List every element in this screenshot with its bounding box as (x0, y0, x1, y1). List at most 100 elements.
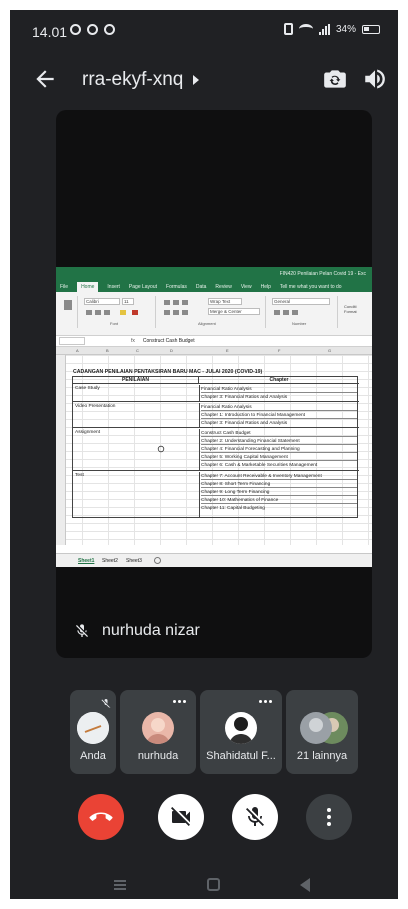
excel-tab: Insert (107, 283, 120, 290)
participant-tile[interactable]: nurhuda (120, 690, 196, 774)
sheet-tab-active: Sheet1 (78, 558, 95, 564)
participant-tile[interactable]: Shahidatul F... (200, 690, 282, 774)
table-row: Assignment Construct Cash Budget Chapter… (73, 429, 359, 471)
align-left-icon (164, 310, 170, 315)
excel-tab-active: Home (77, 281, 99, 292)
participant-tile-others[interactable]: 21 lainnya (286, 690, 358, 774)
recent-apps-icon[interactable] (114, 880, 126, 890)
wifi-icon (298, 24, 313, 34)
battery-icon (362, 24, 380, 34)
align-bottom-icon (182, 300, 188, 305)
participant-name: Anda (80, 750, 106, 762)
vibrate-icon (283, 23, 293, 35)
merge-center-button: Merge & Center (208, 308, 260, 315)
mic-off-icon (76, 624, 88, 637)
back-arrow-icon[interactable] (32, 66, 58, 92)
font-size-box: 11 (122, 298, 134, 305)
speaker-icon[interactable] (362, 66, 388, 92)
align-top-icon (164, 300, 170, 305)
chevron-right-icon (193, 75, 200, 85)
excel-tab: Formulas (166, 283, 187, 290)
align-right-icon (182, 310, 188, 315)
comma-icon (292, 310, 298, 315)
table-caption: CADANGAN PENILAIAN PENTAKSIRAN BARU MAC … (73, 369, 263, 375)
sync-icon (70, 24, 81, 35)
phone-screen: 14.01 34% rra-ekyf-xnq FIN420 Penilaian … (10, 10, 398, 899)
notification-icons (70, 24, 115, 35)
fill-color-icon (120, 310, 126, 315)
more-options-button[interactable] (306, 794, 352, 840)
more-vert-icon (327, 808, 331, 826)
more-dots-icon[interactable] (173, 700, 186, 703)
avatar (142, 712, 174, 744)
excel-tab: Help (260, 283, 271, 290)
avatar (300, 712, 332, 744)
font-name-box: Calibri (84, 298, 120, 305)
underline-icon (104, 310, 110, 315)
table-row: Video Presentation Financial Ratio Analy… (73, 403, 359, 428)
app-bar: rra-ekyf-xnq (10, 54, 398, 106)
excel-tell-me: Tell me what you want to do (279, 283, 342, 290)
italic-icon (95, 310, 101, 315)
participant-photo (142, 712, 174, 744)
switch-camera-icon[interactable] (322, 66, 348, 92)
participant-name: nurhuda (137, 750, 179, 762)
excel-tab: Page Layout (128, 283, 158, 290)
shared-screen-excel: FIN420 Penilaian Pelan Covid 19 - Exc Fi… (56, 267, 372, 567)
percent-icon (283, 310, 289, 315)
excel-ribbon: Calibri 11 Font Wrap Text Merge & Center… (56, 292, 372, 336)
camera-off-icon (171, 807, 190, 826)
excel-column-headers: A B C D E F G (56, 347, 372, 355)
more-dots-icon[interactable] (259, 700, 272, 703)
table-row: Case Study Financial Ratio Analysis Chap… (73, 385, 359, 402)
header-penilaian: PENILAIAN (73, 377, 199, 384)
alignment-group: Wrap Text Merge & Center Alignment (158, 296, 266, 328)
mic-off-icon (246, 807, 264, 826)
excel-tab: Data (195, 283, 207, 290)
home-icon[interactable] (207, 878, 220, 891)
notification-circle-icon (104, 24, 115, 35)
meeting-code-button[interactable]: rra-ekyf-xnq (82, 69, 200, 91)
align-middle-icon (173, 300, 179, 305)
status-bar: 14.01 34% (10, 10, 398, 50)
avatar (225, 712, 257, 744)
participant-name: 21 lainnya (296, 750, 348, 762)
header-chapter: Chapter (269, 377, 289, 383)
currency-icon (274, 310, 280, 315)
paste-icon (64, 300, 72, 310)
end-call-button[interactable] (78, 794, 124, 840)
system-icons: 34% (283, 23, 380, 35)
table-header-row: PENILAIAN Chapter (73, 377, 359, 384)
mic-toggle-button[interactable] (232, 794, 278, 840)
fx-label: fx (131, 338, 135, 344)
excel-tab: Review (215, 283, 232, 290)
name-box (59, 337, 85, 345)
avatar (77, 712, 109, 744)
presentation-tile[interactable]: FIN420 Penilaian Pelan Covid 19 - Exc Fi… (56, 110, 372, 658)
hang-up-icon (89, 812, 113, 821)
mic-off-icon (101, 699, 111, 708)
font-group: Calibri 11 Font (80, 296, 156, 328)
participant-name: Shahidatul F... (206, 750, 276, 762)
battery-percent: 34% (335, 23, 356, 35)
participant-photo (300, 712, 332, 744)
conditional-format-button: Conditi Format (344, 304, 357, 314)
presenter-label: nurhuda nizar (74, 622, 200, 640)
meeting-code: rra-ekyf-xnq (82, 69, 184, 90)
excel-sheet-tabs: Sheet1 Sheet2 Sheet3 (56, 553, 372, 567)
number-format-box: General (272, 298, 330, 305)
presenter-name: nurhuda nizar (102, 622, 200, 639)
wrap-text-button: Wrap Text (208, 298, 242, 305)
align-center-icon (173, 310, 179, 315)
participant-tile-self[interactable]: Anda (70, 690, 116, 774)
camera-toggle-button[interactable] (158, 794, 204, 840)
excel-row-headers (56, 355, 66, 545)
back-icon[interactable] (300, 878, 310, 892)
formula-value: Construct Cash Budget (142, 338, 195, 344)
system-nav-bar (10, 872, 398, 899)
font-group-label: Font (110, 321, 119, 326)
excel-title-bar: FIN420 Penilaian Pelan Covid 19 - Exc (56, 267, 372, 281)
font-color-icon (132, 310, 138, 315)
bold-icon (86, 310, 92, 315)
whatsapp-icon (87, 24, 98, 35)
